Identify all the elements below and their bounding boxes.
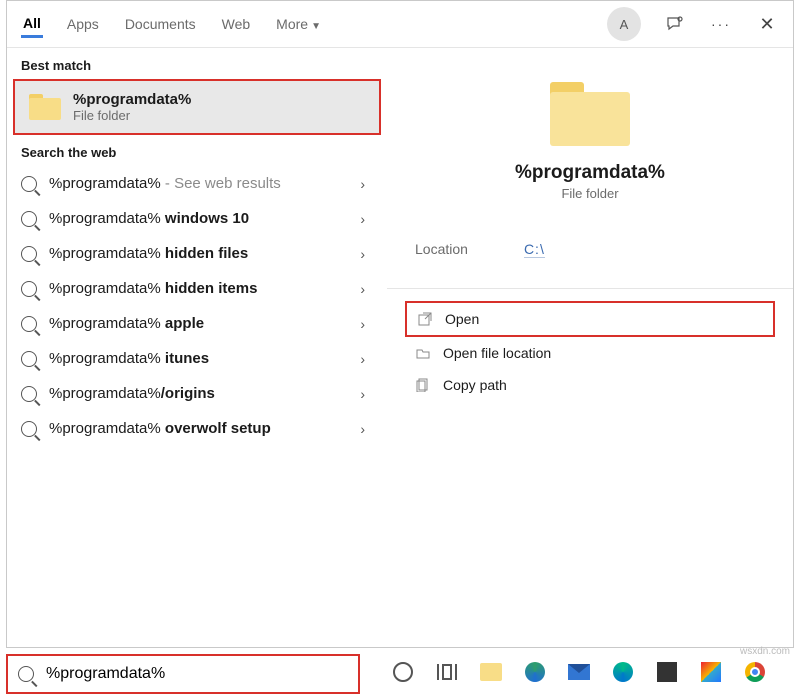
best-match-header: Best match: [7, 48, 387, 79]
folder-icon: [550, 82, 630, 146]
search-icon: [21, 316, 37, 332]
search-icon: [21, 246, 37, 262]
search-box[interactable]: [6, 654, 360, 694]
file-explorer-icon[interactable]: [478, 659, 504, 685]
detail-title: %programdata%: [515, 162, 665, 184]
edge-icon[interactable]: [522, 659, 548, 685]
web-result[interactable]: %programdata% overwolf setup ›: [7, 411, 387, 446]
search-input[interactable]: [44, 664, 348, 684]
chevron-right-icon[interactable]: ›: [360, 386, 373, 402]
close-button[interactable]: ✕: [755, 12, 779, 36]
taskbar: [370, 653, 800, 691]
open-icon: [417, 311, 433, 327]
chevron-right-icon[interactable]: ›: [360, 421, 373, 437]
store-icon[interactable]: [654, 659, 680, 685]
taskview-icon[interactable]: [434, 659, 460, 685]
chevron-right-icon[interactable]: ›: [360, 211, 373, 227]
detail-pane: %programdata% File folder Location C:\ O…: [387, 48, 793, 647]
search-icon: [21, 281, 37, 297]
cortana-icon[interactable]: [390, 659, 416, 685]
location-value[interactable]: C:\: [524, 241, 545, 258]
browser-icon[interactable]: [610, 659, 636, 685]
divider: [387, 288, 793, 289]
open-action[interactable]: Open: [405, 301, 775, 337]
mail-icon[interactable]: [566, 659, 592, 685]
chevron-right-icon[interactable]: ›: [360, 246, 373, 262]
search-icon: [21, 421, 37, 437]
search-icon: [21, 351, 37, 367]
tab-web[interactable]: Web: [220, 12, 253, 36]
web-result[interactable]: %programdata%/origins ›: [7, 376, 387, 411]
copy-icon: [415, 377, 431, 393]
tab-apps[interactable]: Apps: [65, 12, 101, 36]
search-icon: [18, 666, 34, 682]
folder-icon: [29, 94, 61, 120]
web-result[interactable]: %programdata% - See web results ›: [7, 166, 387, 201]
web-result[interactable]: %programdata% itunes ›: [7, 341, 387, 376]
open-location-action[interactable]: Open file location: [405, 337, 775, 369]
best-match-result[interactable]: %programdata% File folder: [13, 79, 381, 135]
more-options-icon[interactable]: ···: [709, 12, 733, 36]
tab-all[interactable]: All: [21, 11, 43, 38]
chevron-right-icon[interactable]: ›: [360, 316, 373, 332]
tab-documents[interactable]: Documents: [123, 12, 198, 36]
folder-open-icon: [415, 345, 431, 361]
powertoys-icon[interactable]: [698, 659, 724, 685]
tab-more[interactable]: More▼: [274, 12, 323, 36]
chrome-icon[interactable]: [742, 659, 768, 685]
web-result[interactable]: %programdata% hidden files ›: [7, 236, 387, 271]
chevron-down-icon: ▼: [311, 21, 321, 32]
detail-subtitle: File folder: [561, 186, 618, 201]
chevron-right-icon[interactable]: ›: [360, 176, 373, 192]
results-column: Best match %programdata% File folder Sea…: [7, 48, 387, 647]
web-result[interactable]: %programdata% windows 10 ›: [7, 201, 387, 236]
feedback-icon[interactable]: [663, 12, 687, 36]
chevron-right-icon[interactable]: ›: [360, 281, 373, 297]
search-web-header: Search the web: [7, 135, 387, 166]
search-icon: [21, 386, 37, 402]
web-result[interactable]: %programdata% apple ›: [7, 306, 387, 341]
best-match-title: %programdata%: [73, 91, 191, 108]
search-icon: [21, 176, 37, 192]
web-result[interactable]: %programdata% hidden items ›: [7, 271, 387, 306]
chevron-right-icon[interactable]: ›: [360, 351, 373, 367]
copy-path-action[interactable]: Copy path: [405, 369, 775, 401]
user-avatar[interactable]: A: [607, 7, 641, 41]
watermark: wsxdn.com: [740, 646, 790, 657]
best-match-subtitle: File folder: [73, 108, 191, 123]
location-label: Location: [415, 241, 468, 258]
search-icon: [21, 211, 37, 227]
tab-bar: All Apps Documents Web More▼ A ··· ✕: [7, 1, 793, 47]
search-panel: All Apps Documents Web More▼ A ··· ✕ Bes…: [6, 0, 794, 648]
